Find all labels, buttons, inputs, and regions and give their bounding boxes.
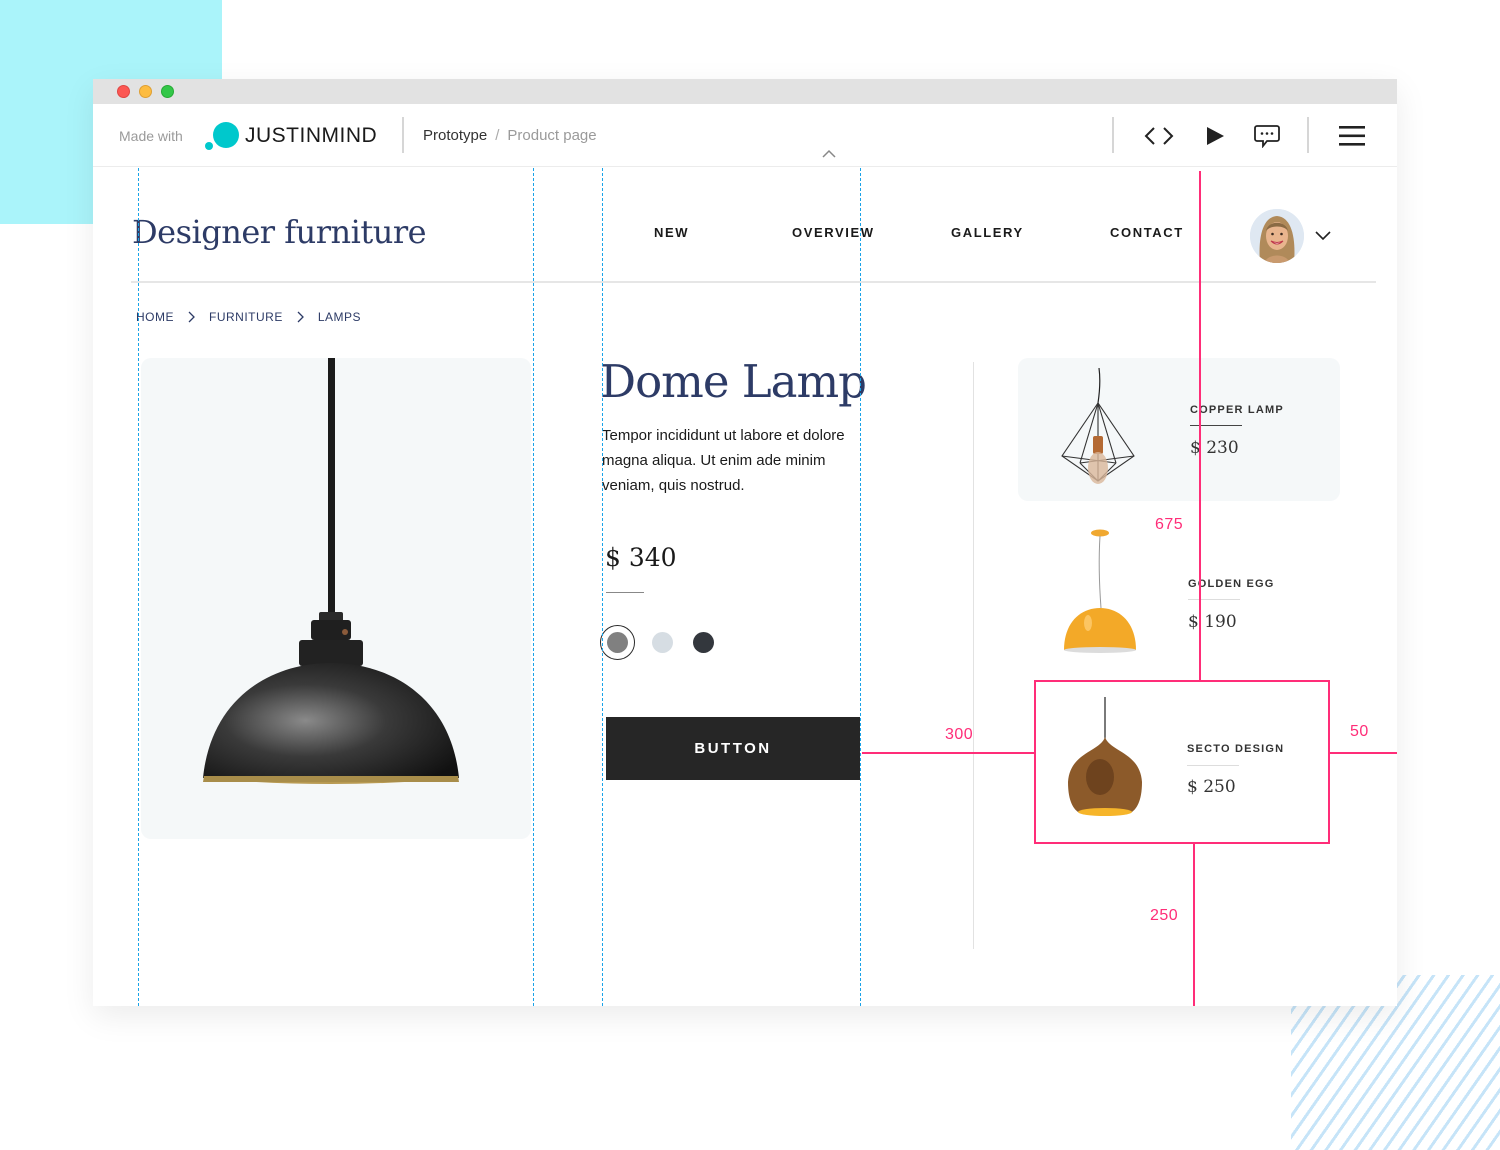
user-menu-chevron-down-icon[interactable] bbox=[1315, 229, 1331, 241]
chevron-right-icon bbox=[297, 311, 304, 323]
prototype-toolbar: Made with JUSTINMIND Prototype / Product p… bbox=[93, 104, 1397, 167]
collapse-toolbar-icon[interactable] bbox=[822, 149, 836, 159]
measure-line-bottom bbox=[1193, 843, 1195, 1006]
name-underline bbox=[1190, 425, 1242, 426]
measure-line-top bbox=[1199, 171, 1201, 681]
product-description: Tempor incididunt ut labore et dolore ma… bbox=[602, 427, 845, 494]
color-swatch-gray[interactable] bbox=[607, 632, 628, 653]
nav-gallery[interactable]: GALLERY bbox=[951, 225, 1024, 240]
close-window-button[interactable] bbox=[117, 85, 130, 98]
code-icon[interactable] bbox=[1143, 122, 1175, 150]
column-divider bbox=[973, 362, 974, 949]
window-titlebar bbox=[93, 79, 1397, 104]
measure-line-right bbox=[1328, 752, 1397, 754]
name-underline bbox=[1187, 765, 1239, 766]
copper-lamp-image bbox=[1061, 368, 1135, 484]
measure-label-right: 50 bbox=[1350, 723, 1369, 740]
menu-icon[interactable] bbox=[1338, 122, 1366, 150]
secto-design-lamp-image bbox=[1068, 697, 1142, 816]
justinmind-logo-icon bbox=[205, 122, 241, 150]
related-product-price: $ 250 bbox=[1187, 777, 1236, 797]
related-product-name: SECTO DESIGN bbox=[1187, 743, 1285, 755]
related-product-price: $ 230 bbox=[1190, 438, 1239, 458]
primary-button[interactable]: BUTTON bbox=[606, 717, 860, 780]
chevron-right-icon bbox=[188, 311, 195, 323]
browser-window: Made with JUSTINMIND Prototype / Product p… bbox=[93, 79, 1397, 1006]
product-price: $ 340 bbox=[605, 543, 677, 572]
header-divider bbox=[131, 281, 1376, 283]
breadcrumb-prototype-link[interactable]: Prototype bbox=[423, 127, 487, 144]
breadcrumb-home[interactable]: HOME bbox=[136, 310, 174, 324]
color-swatch-light-gray[interactable] bbox=[652, 632, 673, 653]
prototype-breadcrumb: Prototype / Product page bbox=[423, 127, 597, 144]
layout-guide bbox=[533, 168, 534, 1006]
measure-label-left: 300 bbox=[945, 726, 974, 743]
toolbar-divider bbox=[1112, 117, 1114, 153]
nav-new[interactable]: NEW bbox=[654, 225, 689, 240]
measure-label-bottom: 250 bbox=[1150, 907, 1179, 924]
made-with-label: Made with bbox=[119, 128, 183, 144]
site-brand-logo[interactable]: Designer furniture bbox=[132, 213, 427, 251]
selection-box-edge bbox=[1034, 680, 1330, 682]
toolbar-divider bbox=[1307, 117, 1309, 153]
play-icon[interactable] bbox=[1203, 122, 1227, 150]
comment-icon[interactable] bbox=[1253, 122, 1281, 150]
related-product-price: $ 190 bbox=[1188, 612, 1237, 632]
toolbar-divider bbox=[402, 117, 404, 153]
dome-lamp-image bbox=[203, 358, 459, 784]
measure-line-left bbox=[862, 752, 1035, 754]
breadcrumb-separator: / bbox=[495, 127, 500, 144]
related-product-card[interactable]: COPPER LAMP $ 230 bbox=[1018, 358, 1340, 501]
user-avatar[interactable] bbox=[1250, 209, 1304, 263]
nav-contact[interactable]: CONTACT bbox=[1110, 225, 1184, 240]
selection-box-edge bbox=[1034, 842, 1330, 844]
breadcrumb-furniture[interactable]: FURNITURE bbox=[209, 310, 283, 324]
product-image-panel bbox=[141, 358, 531, 839]
product-title: Dome Lamp bbox=[600, 355, 867, 408]
related-product-name: COPPER LAMP bbox=[1190, 404, 1284, 416]
selection-box-edge bbox=[1328, 680, 1330, 844]
layout-guide bbox=[602, 168, 603, 1006]
price-underline bbox=[606, 592, 644, 593]
name-underline bbox=[1188, 599, 1240, 600]
maximize-window-button[interactable] bbox=[161, 85, 174, 98]
related-product-card-selected[interactable]: SECTO DESIGN $ 250 bbox=[1035, 681, 1328, 843]
color-swatch-charcoal[interactable] bbox=[693, 632, 714, 653]
layout-guide bbox=[860, 168, 861, 1006]
breadcrumb: HOME FURNITURE LAMPS bbox=[136, 310, 361, 324]
minimize-window-button[interactable] bbox=[139, 85, 152, 98]
related-product-card[interactable]: GOLDEN EGG $ 190 bbox=[1018, 522, 1340, 665]
nav-overview[interactable]: OVERVIEW bbox=[792, 225, 875, 240]
breadcrumb-lamps[interactable]: LAMPS bbox=[318, 310, 361, 324]
measure-label-top: 675 bbox=[1155, 516, 1184, 533]
selection-box-edge bbox=[1034, 680, 1036, 844]
golden-egg-lamp-image bbox=[1064, 529, 1136, 653]
justinmind-wordmark: JUSTINMIND bbox=[245, 124, 378, 147]
layout-guide bbox=[138, 168, 139, 1006]
breadcrumb-current-page: Product page bbox=[507, 127, 597, 144]
